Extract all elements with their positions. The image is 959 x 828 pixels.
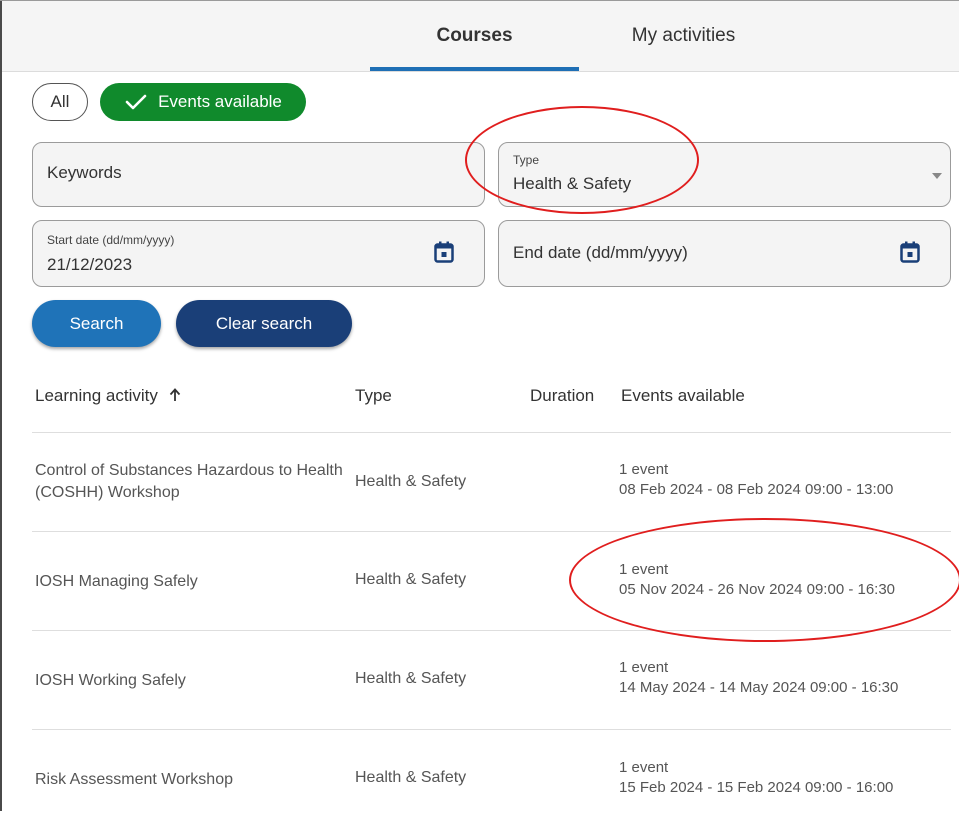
filter-events-available-label: Events available — [158, 92, 282, 111]
activity-type: Health & Safety — [355, 670, 467, 687]
column-header-learning-activity-label: Learning activity — [35, 386, 158, 405]
event-count: 1 event — [619, 759, 669, 776]
activity-type: Health & Safety — [355, 473, 467, 490]
check-icon — [125, 94, 147, 110]
filter-all-button[interactable]: All — [32, 83, 88, 121]
event-dates: 05 Nov 2024 - 26 Nov 2024 09:00 - 16:30 — [619, 581, 896, 598]
type-select[interactable]: Type Health & Safety — [498, 142, 951, 207]
column-header-duration: Duration — [530, 386, 595, 405]
table-row[interactable]: IOSH Working Safely Health & Safety 1 ev… — [32, 631, 951, 729]
event-dates: 15 Feb 2024 - 15 Feb 2024 09:00 - 16:00 — [619, 779, 894, 796]
filter-all-label: All — [50, 92, 70, 111]
activity-name[interactable]: Risk Assessment Workshop — [35, 769, 345, 791]
activity-name[interactable]: IOSH Managing Safely — [35, 571, 345, 593]
type-select-value: Health & Safety — [513, 174, 632, 193]
clear-search-button-label: Clear search — [215, 313, 313, 333]
event-dates: 14 May 2024 - 14 May 2024 09:00 - 16:30 — [619, 679, 899, 696]
activity-name[interactable]: Control of Substances Hazardous to Healt… — [35, 460, 345, 504]
activity-type: Health & Safety — [355, 571, 467, 588]
search-button[interactable]: Search — [32, 300, 161, 347]
clear-search-button[interactable]: Clear search — [176, 300, 352, 347]
start-date-value: 21/12/2023 — [47, 255, 133, 274]
keywords-input[interactable]: Keywords — [32, 142, 485, 207]
type-select-label: Type — [513, 153, 540, 167]
table-row[interactable]: Risk Assessment Workshop Health & Safety… — [32, 730, 951, 828]
events-available-cell: 1 event 08 Feb 2024 - 08 Feb 2024 09:00 … — [619, 460, 893, 500]
events-available-cell: 1 event 14 May 2024 - 14 May 2024 09:00 … — [619, 658, 898, 698]
activity-name[interactable]: IOSH Working Safely — [35, 670, 345, 692]
activity-type: Health & Safety — [355, 769, 467, 786]
search-button-label: Search — [69, 313, 124, 333]
tab-my-activities[interactable]: My activities — [579, 1, 788, 71]
events-available-cell: 1 event 05 Nov 2024 - 26 Nov 2024 09:00 … — [619, 560, 895, 600]
filter-events-available-button[interactable]: Events available — [100, 83, 306, 121]
column-header-learning-activity[interactable]: Learning activity — [35, 386, 181, 406]
dropdown-caret-icon — [932, 173, 942, 179]
event-dates: 08 Feb 2024 - 08 Feb 2024 09:00 - 13:00 — [619, 481, 894, 498]
event-count: 1 event — [619, 659, 669, 676]
column-header-type: Type — [355, 386, 392, 405]
start-date-field[interactable]: Start date (dd/mm/yyyy) 21/12/2023 — [32, 220, 485, 287]
sort-ascending-icon — [169, 388, 180, 401]
events-available-cell: 1 event 15 Feb 2024 - 15 Feb 2024 09:00 … — [619, 758, 893, 798]
tab-bar: Courses My activities — [2, 1, 959, 72]
end-date-placeholder: End date (dd/mm/yyyy) — [513, 243, 688, 262]
event-count: 1 event — [619, 561, 669, 578]
calendar-icon[interactable] — [900, 241, 920, 263]
start-date-label: Start date (dd/mm/yyyy) — [47, 233, 175, 247]
active-tab-indicator — [370, 67, 579, 71]
end-date-field[interactable]: End date (dd/mm/yyyy) — [498, 220, 951, 287]
window-left-border — [0, 0, 2, 811]
tab-courses[interactable]: Courses — [370, 1, 579, 71]
event-count: 1 event — [619, 461, 669, 478]
table-row[interactable]: IOSH Managing Safely Health & Safety 1 e… — [32, 532, 951, 630]
table-row[interactable]: Control of Substances Hazardous to Healt… — [32, 433, 951, 531]
calendar-icon[interactable] — [434, 241, 454, 263]
column-header-events-available: Events available — [621, 386, 745, 405]
keywords-placeholder: Keywords — [47, 163, 122, 182]
